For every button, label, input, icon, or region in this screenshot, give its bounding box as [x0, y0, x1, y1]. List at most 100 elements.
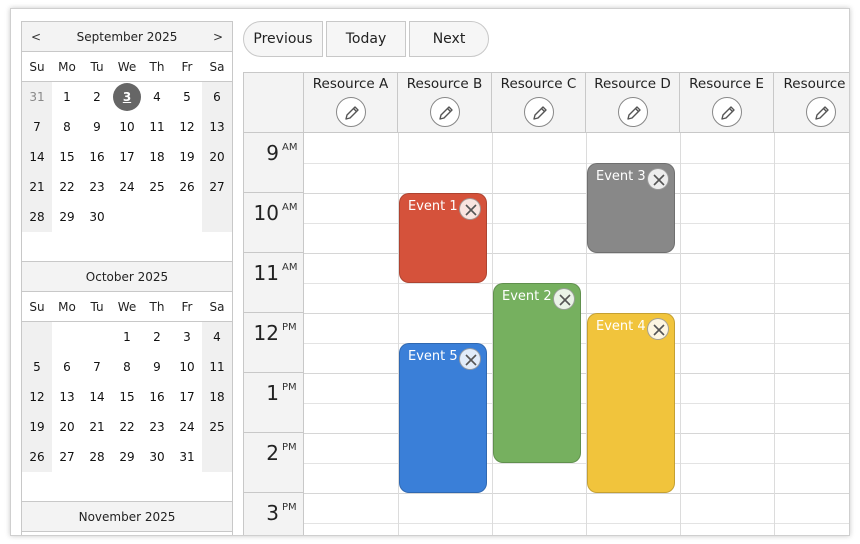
day-cell[interactable]: 20 — [202, 142, 232, 172]
day-cell[interactable]: 21 — [22, 172, 52, 202]
event-block[interactable]: Event 1 — [399, 193, 487, 283]
day-cell[interactable]: 1 — [52, 82, 82, 112]
day-cell[interactable]: 29 — [112, 442, 142, 472]
day-cell[interactable]: 15 — [112, 382, 142, 412]
day-cell[interactable]: 17 — [112, 142, 142, 172]
dow-we: We — [117, 300, 137, 314]
day-cell[interactable]: 11 — [202, 352, 232, 382]
day-cell[interactable]: 15 — [52, 142, 82, 172]
next-month-button[interactable]: > — [206, 22, 230, 52]
day-cell[interactable]: 26 — [172, 172, 202, 202]
day-cell[interactable]: 13 — [52, 382, 82, 412]
day-cell[interactable]: 12 — [172, 112, 202, 142]
hour-number: 1 — [266, 381, 279, 405]
month-3: November 2025 — [22, 502, 232, 532]
day-cell[interactable]: 23 — [82, 172, 112, 202]
delete-event-button[interactable] — [647, 318, 669, 340]
day-cell[interactable]: 6 — [202, 82, 232, 112]
day-cell[interactable]: 11 — [142, 112, 172, 142]
day-cell[interactable]: 5 — [22, 352, 52, 382]
edit-resource-button[interactable] — [523, 97, 554, 127]
delete-event-button[interactable] — [647, 168, 669, 190]
day-cell[interactable]: 24 — [172, 412, 202, 442]
day-cell[interactable]: 12 — [22, 382, 52, 412]
day-cell[interactable]: 31 — [22, 82, 52, 112]
day-cell[interactable]: 9 — [142, 352, 172, 382]
day-cell[interactable]: 13 — [202, 112, 232, 142]
day-cell[interactable]: 14 — [22, 142, 52, 172]
resource-header: Resource A — [304, 73, 398, 133]
prev-month-button[interactable]: < — [24, 22, 48, 52]
month-title-bar: September 2025 < > — [22, 22, 232, 52]
day-cell[interactable]: 6 — [52, 352, 82, 382]
day-cell[interactable]: 5 — [172, 82, 202, 112]
day-cell[interactable]: 26 — [22, 442, 52, 472]
day-cell[interactable]: 8 — [112, 352, 142, 382]
day-cell[interactable]: 1 — [112, 322, 142, 352]
day-cell[interactable]: 10 — [112, 112, 142, 142]
event-block[interactable]: Event 5 — [399, 343, 487, 493]
day-cell[interactable]: 3 — [172, 322, 202, 352]
day-cell[interactable]: 20 — [52, 412, 82, 442]
hour-line — [304, 193, 849, 194]
day-cell[interactable]: 27 — [202, 172, 232, 202]
day-cell[interactable]: 21 — [82, 412, 112, 442]
today-button[interactable]: Today — [326, 21, 406, 57]
day-cell[interactable]: 22 — [52, 172, 82, 202]
day-cell[interactable]: 30 — [142, 442, 172, 472]
edit-resource-button[interactable] — [617, 97, 648, 127]
event-block[interactable]: Event 2 — [493, 283, 581, 463]
day-cell[interactable]: 28 — [82, 442, 112, 472]
day-cell[interactable]: 30 — [82, 202, 112, 232]
day-cell[interactable]: 4 — [142, 82, 172, 112]
dow-sa: Sa — [209, 60, 225, 74]
day-cell[interactable]: 18 — [142, 142, 172, 172]
hour-ampm: AM — [282, 202, 298, 213]
day-cell[interactable]: 8 — [52, 112, 82, 142]
previous-button[interactable]: Previous — [243, 21, 323, 57]
resource-name: Resource B — [406, 76, 483, 92]
day-cell[interactable]: 25 — [202, 412, 232, 442]
day-of-week-header: Su Mo Tu We Th Fr Sa — [22, 292, 232, 322]
day-cell[interactable]: 2 — [82, 82, 112, 112]
day-cell[interactable]: 17 — [172, 382, 202, 412]
day-cell[interactable]: 19 — [172, 142, 202, 172]
day-cell[interactable]: 9 — [82, 112, 112, 142]
event-block[interactable]: Event 3 — [587, 163, 675, 253]
day-cell[interactable]: 7 — [82, 352, 112, 382]
day-cell[interactable]: 4 — [202, 322, 232, 352]
edit-resource-button[interactable] — [711, 97, 742, 127]
next-button[interactable]: Next — [409, 21, 489, 57]
day-cell[interactable]: 22 — [112, 412, 142, 442]
edit-resource-button[interactable] — [429, 97, 460, 127]
day-cell[interactable]: 16 — [142, 382, 172, 412]
edit-resource-button[interactable] — [335, 97, 366, 127]
day-cell[interactable]: 18 — [202, 382, 232, 412]
edit-resource-button[interactable] — [805, 97, 836, 127]
close-icon — [559, 294, 571, 306]
delete-event-button[interactable] — [459, 198, 481, 220]
day-cell[interactable]: 14 — [82, 382, 112, 412]
day-cell[interactable]: 27 — [52, 442, 82, 472]
event-block[interactable]: Event 4 — [587, 313, 675, 493]
day-cell[interactable]: 24 — [112, 172, 142, 202]
hour-ampm: AM — [282, 262, 298, 273]
day-cell[interactable]: 29 — [52, 202, 82, 232]
day-cell[interactable]: 19 — [22, 412, 52, 442]
day-cell[interactable]: 23 — [142, 412, 172, 442]
day-cell[interactable]: 10 — [172, 352, 202, 382]
day-cell[interactable]: 16 — [82, 142, 112, 172]
dow-fr: Fr — [181, 60, 193, 74]
delete-event-button[interactable] — [553, 288, 575, 310]
resource-header: Resource D — [586, 73, 680, 133]
day-cell[interactable]: 7 — [22, 112, 52, 142]
day-cell[interactable]: 28 — [22, 202, 52, 232]
resource-name: Resource F — [783, 76, 849, 92]
day-cell[interactable]: 2 — [142, 322, 172, 352]
empty-cell — [202, 442, 232, 472]
day-cell[interactable]: 31 — [172, 442, 202, 472]
resource-header: Resource F — [774, 73, 849, 133]
day-cell[interactable]: 25 — [142, 172, 172, 202]
day-cell[interactable]: 3 — [112, 82, 142, 112]
delete-event-button[interactable] — [459, 348, 481, 370]
